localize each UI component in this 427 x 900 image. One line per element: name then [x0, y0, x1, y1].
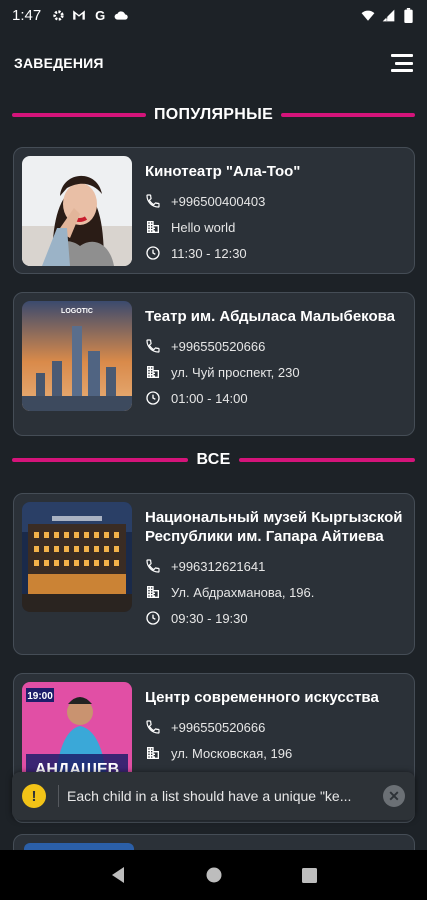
venue-hours: 01:00 - 14:00 — [171, 390, 248, 406]
poster-time: 19:00 — [27, 691, 53, 702]
battery-icon — [401, 7, 415, 23]
venue-hours: 11:30 - 12:30 — [171, 245, 247, 261]
clock-icon — [146, 611, 160, 625]
toast-divider — [58, 785, 59, 807]
venue-address: Ул. Абдрахманова, 196. — [171, 584, 315, 600]
divider — [281, 113, 416, 117]
venue-phone-row: +996550520666 — [145, 714, 406, 740]
venue-phone-row: +996550520666 — [145, 333, 406, 359]
menu-icon[interactable] — [391, 54, 413, 72]
section-title-all: ВСЕ — [196, 451, 231, 468]
venue-title: Кинотеатр "Ала-Тоо" — [145, 163, 301, 180]
back-icon[interactable] — [110, 866, 126, 884]
cloud-icon — [114, 8, 128, 22]
divider — [238, 458, 416, 462]
venue-address: ул. Московская, 196 — [171, 745, 293, 761]
venue-phone-row: +996312621641 — [145, 553, 406, 579]
system-nav-bar — [0, 850, 427, 900]
status-bar: 1:47 G ! — [0, 0, 427, 30]
building-icon — [147, 747, 159, 759]
venue-card[interactable]: LOGOTIC Театр им. Абдыласа Малыбекова +9… — [13, 292, 415, 436]
venue-phone: +996500400403 — [171, 193, 266, 209]
venue-address-row: Ул. Абдрахманова, 196. — [145, 579, 406, 605]
venue-card[interactable]: Кинотеатр "Ала-Тоо" +996500400403 Hello … — [13, 147, 415, 274]
section-header-popular: ПОПУЛЯРНЫЕ — [0, 103, 427, 127]
warning-toast[interactable]: ! Each child in a list should have a uni… — [12, 772, 415, 820]
building-icon — [147, 221, 159, 233]
venue-image — [22, 502, 132, 612]
wifi-icon — [361, 8, 375, 22]
gmail-icon — [72, 8, 86, 22]
venue-address-row: Hello world — [145, 214, 406, 240]
page-title: ЗАВЕДЕНИЯ — [14, 55, 104, 71]
venue-title: Национальный музей Кыргызской Республики… — [145, 509, 403, 545]
toast-message: Each child in a list should have a uniqu… — [67, 788, 352, 804]
divider — [12, 113, 146, 117]
phone-icon — [146, 339, 160, 353]
app-header: ЗАВЕДЕНИЯ — [0, 40, 427, 86]
phone-icon — [146, 194, 160, 208]
recents-icon[interactable] — [302, 867, 317, 883]
venue-hours-row: 11:30 - 12:30 — [145, 240, 406, 266]
svg-text:!: ! — [385, 16, 387, 21]
venue-image: LOGOTIC — [22, 301, 132, 411]
divider — [12, 458, 189, 462]
venue-phone: +996550520666 — [171, 338, 266, 354]
venue-title: Театр им. Абдыласа Малыбекова — [145, 308, 395, 325]
venue-address-row: ул. Чуй проспект, 230 — [145, 359, 406, 385]
section-title-popular: ПОПУЛЯРНЫЕ — [153, 106, 274, 123]
venue-image — [22, 156, 132, 266]
warning-icon: ! — [22, 784, 46, 808]
venue-card[interactable]: Национальный музей Кыргызской Республики… — [13, 493, 415, 655]
google-icon: G — [95, 7, 106, 23]
building-icon — [147, 586, 159, 598]
section-header-all: ВСЕ — [0, 448, 427, 472]
venue-phone: +996312621641 — [171, 558, 266, 574]
phone-icon — [146, 720, 160, 734]
venue-address: ул. Чуй проспект, 230 — [171, 364, 300, 380]
close-icon[interactable]: ✕ — [383, 785, 405, 807]
building-icon — [147, 366, 159, 378]
venue-address: Hello world — [171, 219, 236, 235]
home-icon[interactable] — [206, 867, 222, 883]
signal-icon: ! — [381, 8, 395, 22]
venue-hours: 09:30 - 19:30 — [171, 610, 248, 626]
clock-icon — [146, 391, 160, 405]
venue-title: Центр современного искусства — [145, 689, 379, 706]
phone-icon — [146, 559, 160, 573]
venue-address-row: ул. Московская, 196 — [145, 740, 406, 766]
settings-icon — [51, 8, 65, 22]
venue-hours-row: 09:30 - 19:30 — [145, 605, 406, 631]
venue-phone-row: +996500400403 — [145, 188, 406, 214]
clock-icon — [146, 246, 160, 260]
venue-phone: +996550520666 — [171, 719, 266, 735]
image-caption: LOGOTIC — [61, 308, 93, 315]
status-time: 1:47 — [12, 6, 42, 24]
venue-hours-row: 01:00 - 14:00 — [145, 385, 406, 411]
